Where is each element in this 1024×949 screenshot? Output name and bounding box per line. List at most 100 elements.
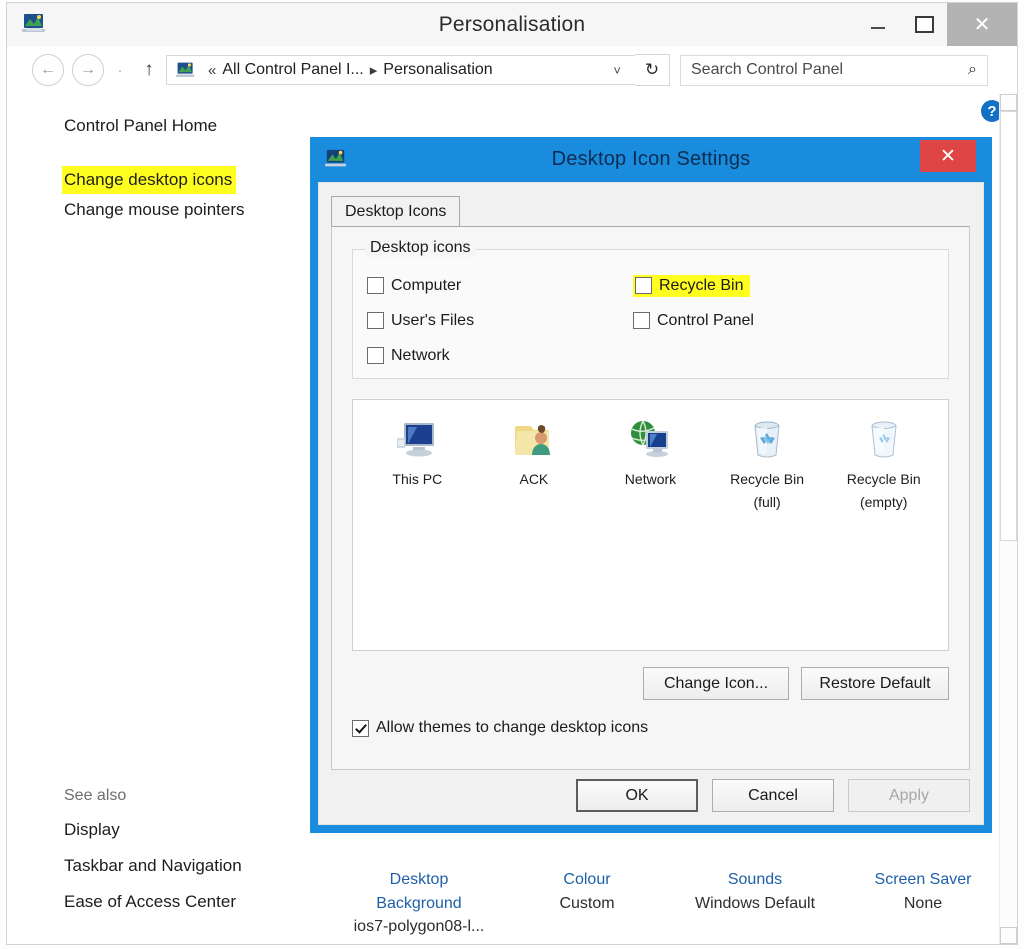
sidebar-item-change-mouse-pointers[interactable]: Change mouse pointers bbox=[7, 196, 307, 224]
theme-setting-value: ios7-polygon08-l... bbox=[353, 917, 485, 935]
dialog-footer: OK Cancel Apply bbox=[319, 779, 970, 812]
theme-setting-screen-saver[interactable]: Screen Saver None bbox=[843, 868, 1003, 938]
see-also-item-ease-of-access-center[interactable]: Ease of Access Center bbox=[7, 888, 307, 916]
preview-item-this-pc[interactable]: This PC bbox=[361, 414, 473, 512]
preview-item-recycle-bin-empty[interactable]: Recycle Bin (empty) bbox=[828, 414, 940, 512]
sidebar-item-label: Change desktop icons bbox=[62, 166, 237, 194]
restore-default-button[interactable]: Restore Default bbox=[801, 667, 949, 700]
theme-setting-value: None bbox=[903, 894, 943, 912]
breadcrumb-personalisation-icon bbox=[175, 61, 196, 80]
tab-panel-desktop-icons: Desktop icons Computer User's Files Netw… bbox=[331, 226, 970, 770]
checkbox-control-panel[interactable] bbox=[633, 312, 650, 329]
preview-item-recycle-bin-full[interactable]: Recycle Bin (full) bbox=[711, 414, 823, 512]
maximize-button[interactable] bbox=[901, 3, 947, 46]
screen-root: Personalisation ✕ ← → · ↑ « All Control … bbox=[0, 0, 1024, 949]
checkbox-recycle-bin[interactable] bbox=[635, 277, 652, 294]
theme-setting-name-line2: Background bbox=[376, 894, 462, 912]
desktop-icon-settings-dialog: Desktop Icon Settings ✕ Desktop Icons De… bbox=[310, 137, 992, 833]
search-icon: ⌕ bbox=[968, 61, 977, 78]
preview-item-label: Network bbox=[624, 471, 677, 487]
groupbox-legend: Desktop icons bbox=[365, 239, 476, 257]
search-placeholder: Search Control Panel bbox=[691, 61, 844, 78]
theme-setting-value: Windows Default bbox=[694, 894, 816, 912]
icon-preview-box[interactable]: This PC ACK Network Recycle Bin (full) R… bbox=[352, 399, 949, 651]
theme-setting-desktop-background[interactable]: Desktop Background ios7-polygon08-l... bbox=[339, 868, 499, 938]
chevron-down-icon[interactable]: ˅ bbox=[605, 63, 629, 78]
checkbox-users-files[interactable] bbox=[367, 312, 384, 329]
dialog-personalisation-icon bbox=[324, 148, 348, 170]
dialog-titlebar: Desktop Icon Settings ✕ bbox=[310, 137, 992, 182]
theme-setting-name: Colour bbox=[563, 871, 611, 889]
theme-settings-row: Desktop Background ios7-polygon08-l... C… bbox=[307, 868, 1017, 938]
checkbox-row-users-files[interactable]: User's Files bbox=[367, 303, 474, 338]
preview-item-network[interactable]: Network bbox=[594, 414, 706, 512]
checkbox-label: Recycle Bin bbox=[659, 276, 744, 294]
minimize-button[interactable] bbox=[855, 3, 901, 46]
tab-label: Desktop Icons bbox=[345, 202, 447, 220]
dialog-body: Desktop Icons Desktop icons Computer Use… bbox=[318, 182, 984, 825]
breadcrumb-parent[interactable]: All Control Panel I... bbox=[222, 61, 363, 79]
breadcrumb-overflow-icon[interactable]: « bbox=[208, 62, 216, 79]
change-icon-button[interactable]: Change Icon... bbox=[643, 667, 789, 700]
preview-item-ack[interactable]: ACK bbox=[478, 414, 590, 512]
scroll-down-button[interactable] bbox=[1000, 927, 1017, 944]
search-input[interactable]: Search Control Panel ⌕ bbox=[680, 54, 988, 86]
checkbox-label: User's Files bbox=[391, 311, 475, 329]
checkbox-label: Control Panel bbox=[657, 311, 754, 329]
see-also-section: See also Display Taskbar and Navigation … bbox=[7, 787, 307, 924]
tab-strip: Desktop Icons bbox=[331, 196, 983, 226]
scroll-up-button[interactable] bbox=[1000, 94, 1017, 111]
close-icon: ✕ bbox=[973, 13, 991, 36]
computer-icon bbox=[361, 414, 473, 466]
preview-item-label: Recycle Bin bbox=[730, 471, 805, 487]
checkbox-allow-themes[interactable] bbox=[352, 719, 369, 737]
dialog-close-button[interactable]: ✕ bbox=[920, 140, 976, 172]
preview-item-label: This PC bbox=[392, 471, 443, 487]
cancel-button[interactable]: Cancel bbox=[712, 779, 834, 812]
theme-setting-value: Custom bbox=[559, 894, 615, 912]
theme-setting-colour[interactable]: Colour Custom bbox=[507, 868, 667, 938]
checkbox-label: Computer bbox=[391, 276, 462, 294]
preview-item-label: Recycle Bin bbox=[846, 471, 921, 487]
breadcrumb[interactable]: « All Control Panel I... ▸ Personalisati… bbox=[166, 55, 636, 85]
refresh-icon: ↻ bbox=[644, 60, 660, 79]
see-also-item-label: Ease of Access Center bbox=[64, 892, 236, 911]
preview-item-label-line2: (full) bbox=[753, 493, 781, 510]
forward-button[interactable]: → bbox=[72, 54, 104, 86]
button-label: Cancel bbox=[748, 786, 798, 804]
close-icon: ✕ bbox=[940, 145, 956, 167]
button-label: Apply bbox=[888, 786, 930, 804]
see-also-item-display[interactable]: Display bbox=[7, 816, 307, 844]
checkbox-row-allow-themes[interactable]: Allow themes to change desktop icons bbox=[352, 719, 648, 737]
breadcrumb-current[interactable]: Personalisation bbox=[383, 61, 492, 79]
preview-item-label-line2: (empty) bbox=[859, 493, 908, 510]
window-controls: ✕ bbox=[855, 3, 1017, 46]
checkbox-row-computer[interactable]: Computer bbox=[367, 268, 474, 303]
apply-button[interactable]: Apply bbox=[848, 779, 970, 812]
theme-setting-name: Sounds bbox=[727, 871, 783, 889]
up-button[interactable]: ↑ bbox=[136, 59, 162, 81]
checkbox-row-network[interactable]: Network bbox=[367, 338, 474, 373]
checkbox-row-control-panel[interactable]: Control Panel bbox=[633, 303, 754, 338]
sidebar-item-control-panel-home[interactable]: Control Panel Home bbox=[7, 112, 307, 140]
back-button[interactable]: ← bbox=[32, 54, 64, 86]
checkbox-column-left: Computer User's Files Network bbox=[367, 268, 474, 373]
recent-locations-button[interactable]: · bbox=[112, 62, 128, 79]
tab-desktop-icons[interactable]: Desktop Icons bbox=[331, 196, 461, 226]
sidebar-item-change-desktop-icons[interactable]: Change desktop icons bbox=[7, 166, 307, 194]
vertical-scrollbar[interactable] bbox=[999, 94, 1017, 944]
theme-setting-sounds[interactable]: Sounds Windows Default bbox=[675, 868, 835, 938]
checkbox-row-recycle-bin[interactable]: Recycle Bin bbox=[633, 268, 754, 303]
window-titlebar: Personalisation ✕ bbox=[7, 3, 1017, 46]
ok-button[interactable]: OK bbox=[576, 779, 698, 812]
checkbox-computer[interactable] bbox=[367, 277, 384, 294]
recycle-bin-full-icon bbox=[711, 414, 823, 466]
refresh-button[interactable]: ↻ bbox=[635, 54, 670, 86]
back-arrow-icon: ← bbox=[40, 61, 56, 78]
theme-setting-name: Screen Saver bbox=[874, 871, 972, 889]
checkbox-network[interactable] bbox=[367, 347, 384, 364]
scrollbar-thumb[interactable] bbox=[1000, 111, 1017, 541]
see-also-item-taskbar-and-navigation[interactable]: Taskbar and Navigation bbox=[7, 852, 307, 880]
close-button[interactable]: ✕ bbox=[947, 3, 1017, 46]
checkbox-label: Network bbox=[391, 346, 450, 364]
